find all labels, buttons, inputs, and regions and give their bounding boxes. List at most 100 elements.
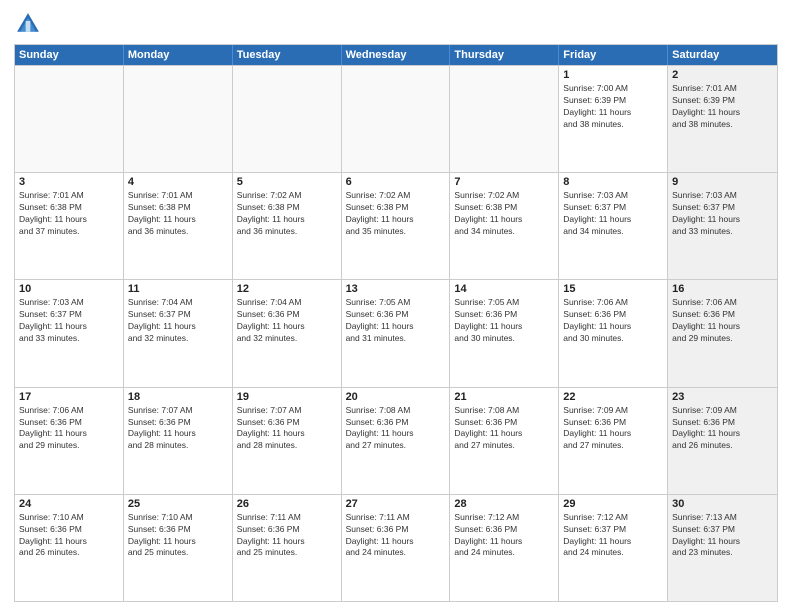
day-cell-27: 27 Sunrise: 7:11 AM Sunset: 6:36 PM Dayli…: [342, 495, 451, 601]
day-number: 1: [563, 69, 663, 81]
day-number: 24: [19, 498, 119, 510]
empty-cell: [124, 66, 233, 172]
day-cell-25: 25 Sunrise: 7:10 AM Sunset: 6:36 PM Dayli…: [124, 495, 233, 601]
day-number: 20: [346, 391, 446, 403]
day-info: Sunrise: 7:12 AM Sunset: 6:36 PM Dayligh…: [454, 512, 554, 560]
day-cell-28: 28 Sunrise: 7:12 AM Sunset: 6:36 PM Dayli…: [450, 495, 559, 601]
day-cell-29: 29 Sunrise: 7:12 AM Sunset: 6:37 PM Dayli…: [559, 495, 668, 601]
header-day-saturday: Saturday: [668, 45, 777, 65]
day-cell-23: 23 Sunrise: 7:09 AM Sunset: 6:36 PM Dayli…: [668, 388, 777, 494]
day-cell-17: 17 Sunrise: 7:06 AM Sunset: 6:36 PM Dayli…: [15, 388, 124, 494]
day-info: Sunrise: 7:09 AM Sunset: 6:36 PM Dayligh…: [563, 405, 663, 453]
logo-icon: [14, 10, 42, 38]
calendar-body: 1 Sunrise: 7:00 AM Sunset: 6:39 PM Daylig…: [15, 65, 777, 601]
day-info: Sunrise: 7:13 AM Sunset: 6:37 PM Dayligh…: [672, 512, 773, 560]
day-info: Sunrise: 7:08 AM Sunset: 6:36 PM Dayligh…: [346, 405, 446, 453]
day-info: Sunrise: 7:07 AM Sunset: 6:36 PM Dayligh…: [128, 405, 228, 453]
day-number: 29: [563, 498, 663, 510]
day-cell-12: 12Sunrise: 7:04 AM Sunset: 6:36 PM Dayli…: [233, 280, 342, 386]
day-cell-16: 16Sunrise: 7:06 AM Sunset: 6:36 PM Dayli…: [668, 280, 777, 386]
week-row-5: 24 Sunrise: 7:10 AM Sunset: 6:36 PM Dayli…: [15, 494, 777, 601]
day-number: 8: [563, 176, 663, 188]
day-number: 15: [563, 283, 663, 295]
day-number: 4: [128, 176, 228, 188]
day-number: 25: [128, 498, 228, 510]
day-number: 9: [672, 176, 773, 188]
day-info: Sunrise: 7:03 AM Sunset: 6:37 PM Dayligh…: [672, 190, 773, 238]
day-number: 11: [128, 283, 228, 295]
day-number: 27: [346, 498, 446, 510]
day-info: Sunrise: 7:10 AM Sunset: 6:36 PM Dayligh…: [19, 512, 119, 560]
day-info: Sunrise: 7:05 AM Sunset: 6:36 PM Dayligh…: [346, 297, 446, 345]
day-info: Sunrise: 7:01 AM Sunset: 6:39 PM Dayligh…: [672, 83, 773, 131]
header-day-wednesday: Wednesday: [342, 45, 451, 65]
day-info: Sunrise: 7:02 AM Sunset: 6:38 PM Dayligh…: [346, 190, 446, 238]
day-cell-20: 20 Sunrise: 7:08 AM Sunset: 6:36 PM Dayli…: [342, 388, 451, 494]
day-cell-15: 15Sunrise: 7:06 AM Sunset: 6:36 PM Dayli…: [559, 280, 668, 386]
day-cell-8: 8Sunrise: 7:03 AM Sunset: 6:37 PM Daylig…: [559, 173, 668, 279]
day-cell-24: 24 Sunrise: 7:10 AM Sunset: 6:36 PM Dayli…: [15, 495, 124, 601]
day-number: 23: [672, 391, 773, 403]
header-day-thursday: Thursday: [450, 45, 559, 65]
header-day-monday: Monday: [124, 45, 233, 65]
day-number: 12: [237, 283, 337, 295]
empty-cell: [233, 66, 342, 172]
week-row-2: 3Sunrise: 7:01 AM Sunset: 6:38 PM Daylig…: [15, 172, 777, 279]
day-info: Sunrise: 7:11 AM Sunset: 6:36 PM Dayligh…: [237, 512, 337, 560]
day-info: Sunrise: 7:04 AM Sunset: 6:37 PM Dayligh…: [128, 297, 228, 345]
calendar-header: SundayMondayTuesdayWednesdayThursdayFrid…: [15, 45, 777, 65]
day-cell-22: 22 Sunrise: 7:09 AM Sunset: 6:36 PM Dayli…: [559, 388, 668, 494]
day-number: 5: [237, 176, 337, 188]
day-info: Sunrise: 7:11 AM Sunset: 6:36 PM Dayligh…: [346, 512, 446, 560]
day-number: 19: [237, 391, 337, 403]
day-number: 13: [346, 283, 446, 295]
day-cell-21: 21 Sunrise: 7:08 AM Sunset: 6:36 PM Dayli…: [450, 388, 559, 494]
day-info: Sunrise: 7:02 AM Sunset: 6:38 PM Dayligh…: [237, 190, 337, 238]
day-cell-19: 19 Sunrise: 7:07 AM Sunset: 6:36 PM Dayli…: [233, 388, 342, 494]
day-number: 7: [454, 176, 554, 188]
week-row-1: 1 Sunrise: 7:00 AM Sunset: 6:39 PM Daylig…: [15, 65, 777, 172]
day-cell-6: 6 Sunrise: 7:02 AM Sunset: 6:38 PM Daylig…: [342, 173, 451, 279]
day-info: Sunrise: 7:09 AM Sunset: 6:36 PM Dayligh…: [672, 405, 773, 453]
day-number: 16: [672, 283, 773, 295]
day-cell-10: 10 Sunrise: 7:03 AM Sunset: 6:37 PM Dayli…: [15, 280, 124, 386]
day-number: 10: [19, 283, 119, 295]
day-number: 6: [346, 176, 446, 188]
day-info: Sunrise: 7:05 AM Sunset: 6:36 PM Dayligh…: [454, 297, 554, 345]
day-info: Sunrise: 7:08 AM Sunset: 6:36 PM Dayligh…: [454, 405, 554, 453]
day-info: Sunrise: 7:07 AM Sunset: 6:36 PM Dayligh…: [237, 405, 337, 453]
header-day-sunday: Sunday: [15, 45, 124, 65]
week-row-4: 17 Sunrise: 7:06 AM Sunset: 6:36 PM Dayli…: [15, 387, 777, 494]
day-number: 17: [19, 391, 119, 403]
logo: [14, 10, 46, 38]
day-cell-13: 13 Sunrise: 7:05 AM Sunset: 6:36 PM Dayli…: [342, 280, 451, 386]
day-number: 28: [454, 498, 554, 510]
day-number: 2: [672, 69, 773, 81]
day-info: Sunrise: 7:01 AM Sunset: 6:38 PM Dayligh…: [19, 190, 119, 238]
calendar: SundayMondayTuesdayWednesdayThursdayFrid…: [14, 44, 778, 602]
week-row-3: 10 Sunrise: 7:03 AM Sunset: 6:37 PM Dayli…: [15, 279, 777, 386]
header-day-friday: Friday: [559, 45, 668, 65]
empty-cell: [15, 66, 124, 172]
header: [14, 10, 778, 38]
day-info: Sunrise: 7:06 AM Sunset: 6:36 PM Dayligh…: [19, 405, 119, 453]
day-cell-18: 18Sunrise: 7:07 AM Sunset: 6:36 PM Dayli…: [124, 388, 233, 494]
header-day-tuesday: Tuesday: [233, 45, 342, 65]
day-number: 26: [237, 498, 337, 510]
day-info: Sunrise: 7:03 AM Sunset: 6:37 PM Dayligh…: [19, 297, 119, 345]
day-cell-1: 1 Sunrise: 7:00 AM Sunset: 6:39 PM Daylig…: [559, 66, 668, 172]
day-info: Sunrise: 7:10 AM Sunset: 6:36 PM Dayligh…: [128, 512, 228, 560]
day-cell-11: 11 Sunrise: 7:04 AM Sunset: 6:37 PM Dayli…: [124, 280, 233, 386]
day-cell-3: 3Sunrise: 7:01 AM Sunset: 6:38 PM Daylig…: [15, 173, 124, 279]
day-number: 14: [454, 283, 554, 295]
day-cell-2: 2 Sunrise: 7:01 AM Sunset: 6:39 PM Daylig…: [668, 66, 777, 172]
day-cell-14: 14 Sunrise: 7:05 AM Sunset: 6:36 PM Dayli…: [450, 280, 559, 386]
empty-cell: [342, 66, 451, 172]
day-info: Sunrise: 7:02 AM Sunset: 6:38 PM Dayligh…: [454, 190, 554, 238]
empty-cell: [450, 66, 559, 172]
day-info: Sunrise: 7:12 AM Sunset: 6:37 PM Dayligh…: [563, 512, 663, 560]
day-number: 21: [454, 391, 554, 403]
day-info: Sunrise: 7:00 AM Sunset: 6:39 PM Dayligh…: [563, 83, 663, 131]
day-cell-5: 5 Sunrise: 7:02 AM Sunset: 6:38 PM Daylig…: [233, 173, 342, 279]
day-number: 22: [563, 391, 663, 403]
